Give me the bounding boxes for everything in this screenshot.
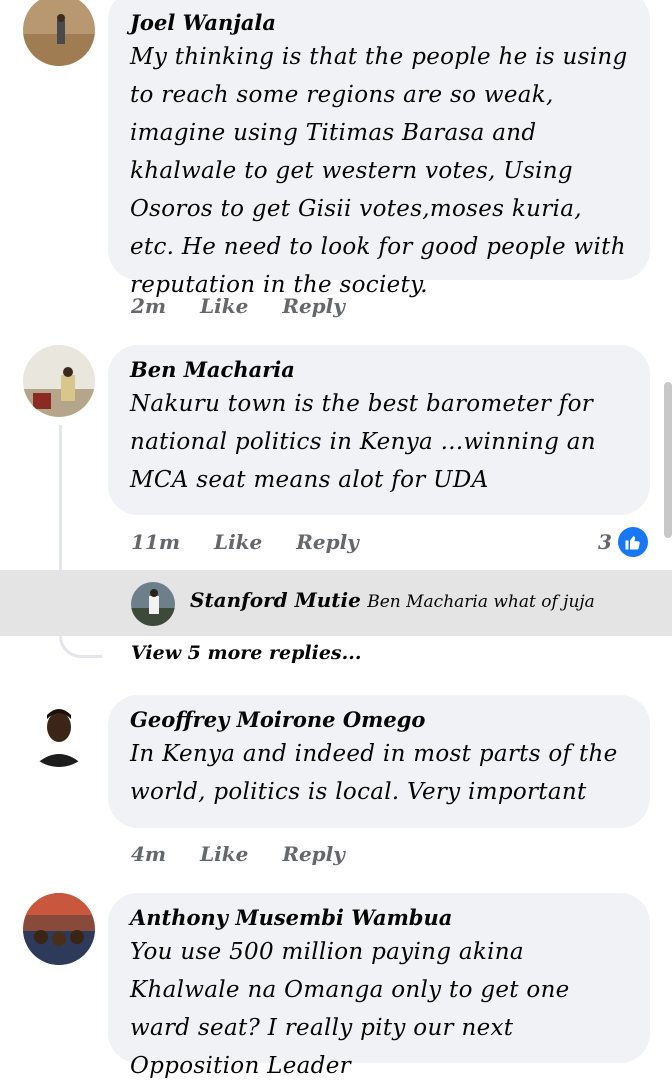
- comment-time[interactable]: 4m: [131, 842, 166, 866]
- comment-text: Nakuru town is the best barometer for na…: [130, 391, 596, 493]
- comment-author[interactable]: Anthony Musembi Wambua: [130, 903, 628, 933]
- thumbs-up-icon: [617, 527, 648, 557]
- comment-bubble: Geoffrey Moirone Omego In Kenya and inde…: [108, 695, 650, 828]
- like-button[interactable]: Like: [200, 294, 248, 318]
- scrollbar[interactable]: [664, 382, 672, 538]
- comment-bubble: Joel Wanjala My thinking is that the peo…: [108, 0, 650, 298]
- reply-body: Ben Macharia what of juja: [367, 592, 595, 612]
- comment-bubble: Anthony Musembi Wambua You use 500 milli…: [108, 893, 650, 1079]
- reply-author[interactable]: Stanford Mutie: [190, 588, 361, 612]
- comment-text: In Kenya and indeed in most parts of the…: [130, 741, 618, 805]
- avatar[interactable]: [23, 695, 95, 767]
- like-button[interactable]: Like: [200, 842, 248, 866]
- comment-time[interactable]: 11m: [131, 530, 180, 554]
- reply-content: Stanford Mutie Ben Macharia what of juja: [190, 588, 595, 612]
- reaction-count: 3: [598, 530, 612, 554]
- comment-actions: 2m Like Reply: [131, 294, 345, 318]
- reaction-summary[interactable]: 3: [598, 527, 648, 557]
- comment-author[interactable]: Joel Wanjala: [130, 8, 628, 38]
- avatar[interactable]: [23, 893, 95, 965]
- like-button[interactable]: Like: [214, 530, 262, 554]
- comment-bubble: Ben Macharia Nakuru town is the best bar…: [108, 345, 650, 515]
- reply-item[interactable]: Stanford Mutie Ben Macharia what of juja: [0, 570, 672, 636]
- comment-actions: 4m Like Reply: [131, 842, 345, 866]
- comment-text: My thinking is that the people he is usi…: [130, 44, 628, 298]
- comment-actions: 11m Like Reply: [131, 530, 359, 554]
- comment-author[interactable]: Geoffrey Moirone Omego: [130, 705, 628, 735]
- avatar-photo: [23, 0, 95, 66]
- view-more-replies-link[interactable]: View 5 more replies...: [131, 642, 361, 664]
- reply-button[interactable]: Reply: [296, 530, 359, 554]
- reply-button[interactable]: Reply: [282, 294, 345, 318]
- avatar[interactable]: [23, 345, 95, 417]
- reply-button[interactable]: Reply: [282, 842, 345, 866]
- avatar[interactable]: [131, 582, 175, 626]
- comment-text: You use 500 million paying akina Khalwal…: [130, 939, 570, 1079]
- avatar[interactable]: [23, 0, 95, 66]
- avatar-photo: [23, 893, 95, 965]
- avatar-photo: [23, 695, 95, 767]
- avatar-photo: [23, 345, 95, 417]
- comment-author[interactable]: Ben Macharia: [130, 355, 628, 385]
- avatar-photo: [131, 582, 175, 626]
- comment-time[interactable]: 2m: [131, 294, 166, 318]
